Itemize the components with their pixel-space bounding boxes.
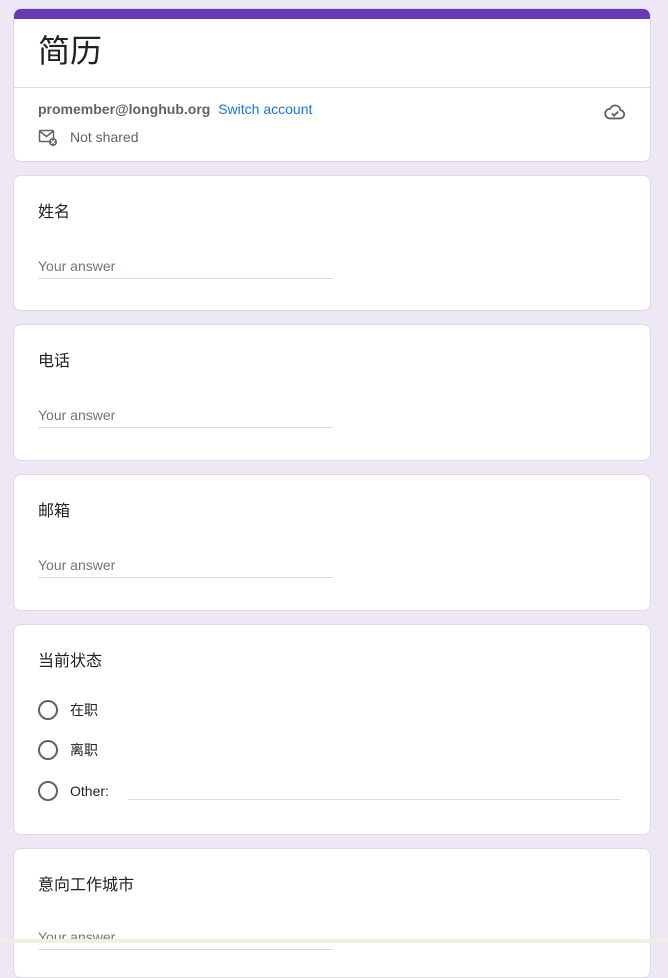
account-email: promember@longhub.org (38, 101, 211, 117)
switch-account-link[interactable]: Switch account (218, 101, 312, 117)
question-card-city: 意向工作城市 (13, 848, 651, 978)
radio-label: 离职 (70, 743, 98, 759)
answer-input-email[interactable] (38, 553, 333, 578)
question-title: 意向工作城市 (38, 875, 135, 894)
question-title: 姓名 (38, 202, 71, 221)
other-text-input[interactable] (128, 777, 620, 800)
form-title: 简历 (38, 32, 103, 70)
radio-option-unemployed[interactable]: 离职 (38, 738, 98, 762)
answer-input-phone[interactable] (38, 403, 333, 428)
radio-option-employed[interactable]: 在职 (38, 698, 98, 722)
question-card-name: 姓名 (13, 175, 651, 311)
answer-input-name[interactable] (38, 254, 333, 279)
account-row: promember@longhub.org Switch account (38, 99, 312, 119)
question-title: 邮箱 (38, 501, 71, 520)
radio-button[interactable] (38, 781, 58, 801)
header-accent-bar (14, 9, 650, 19)
answer-input-city[interactable] (38, 925, 333, 950)
question-card-phone: 电话 (13, 324, 651, 461)
share-status-row: Not shared (38, 127, 138, 147)
radio-label: Other: (70, 783, 109, 799)
mail-blocked-icon (38, 129, 57, 146)
question-title: 当前状态 (38, 651, 103, 670)
cloud-icon[interactable] (604, 101, 626, 123)
radio-option-other[interactable]: Other: (38, 779, 109, 803)
question-card-email: 邮箱 (13, 474, 651, 611)
radio-button[interactable] (38, 740, 58, 760)
radio-button[interactable] (38, 700, 58, 720)
question-title: 电话 (38, 351, 71, 370)
radio-label: 在职 (70, 703, 98, 719)
share-status-text: Not shared (70, 129, 139, 145)
question-card-status: 当前状态 在职 离职 Other: (13, 624, 651, 835)
bottom-strip (0, 939, 668, 943)
header-divider (14, 87, 650, 88)
form-header-card: 简历 promember@longhub.org Switch account … (13, 8, 651, 162)
